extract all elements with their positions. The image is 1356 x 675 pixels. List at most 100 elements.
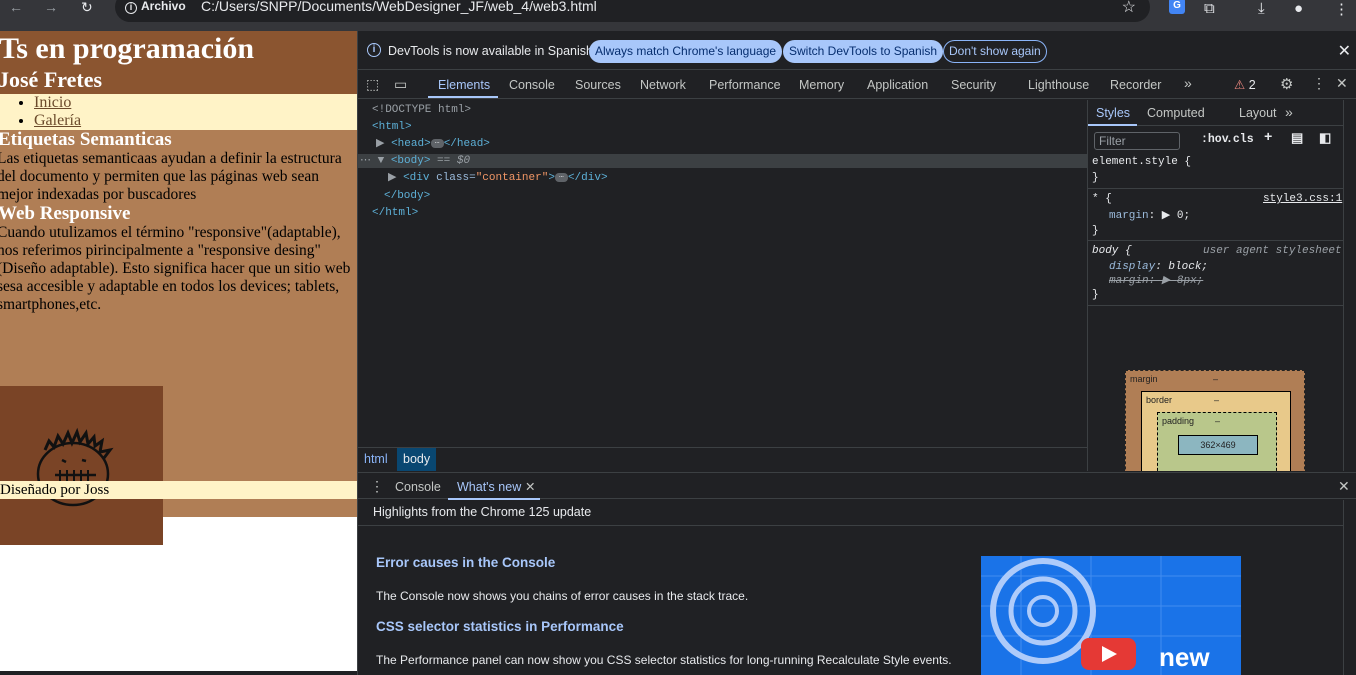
dont-show-again-button[interactable]: Don't show again bbox=[943, 40, 1047, 63]
info-icon: i bbox=[367, 43, 381, 57]
info-icon: i bbox=[125, 2, 137, 14]
nav-item: Inicio bbox=[34, 94, 357, 112]
close-tab-icon[interactable]: ✕ bbox=[525, 479, 535, 494]
settings-gear-icon[interactable]: ⚙ bbox=[1280, 75, 1293, 93]
more-tabs-icon[interactable]: » bbox=[1285, 104, 1293, 120]
source-link[interactable]: style3.css:1 bbox=[1263, 193, 1342, 206]
nav-item: Galería bbox=[34, 112, 357, 130]
css-declaration[interactable]: display: block; bbox=[1109, 261, 1208, 274]
inspect-element-icon[interactable]: ⬚ bbox=[366, 76, 379, 93]
styles-scrollbar[interactable] bbox=[1343, 100, 1356, 471]
box-model-margin[interactable]: margin – border – padding – 362×469 bbox=[1125, 370, 1305, 471]
drawer-tab-console[interactable]: Console bbox=[395, 480, 441, 494]
body-rule-selector[interactable]: body { bbox=[1092, 245, 1132, 258]
feature-description: The Performance panel can now show you C… bbox=[376, 653, 952, 667]
download-icon[interactable]: ⤓ bbox=[1258, 0, 1265, 17]
universal-rule-selector[interactable]: * { bbox=[1092, 193, 1112, 206]
tab-application[interactable]: Application bbox=[867, 78, 928, 92]
warnings-badge[interactable]: ⚠ 2 bbox=[1234, 77, 1256, 92]
menu-kebab-icon[interactable]: ⋮ bbox=[1334, 0, 1349, 18]
tab-styles[interactable]: Styles bbox=[1096, 106, 1130, 120]
box-model-padding[interactable]: padding – 362×469 bbox=[1157, 412, 1277, 471]
nav-link-galeria[interactable]: Galería bbox=[34, 112, 81, 129]
nav-link-inicio[interactable]: Inicio bbox=[34, 94, 71, 111]
rule-close-brace: } bbox=[1092, 289, 1099, 301]
new-rule-icon[interactable]: + bbox=[1264, 130, 1272, 146]
forward-icon[interactable]: → bbox=[44, 0, 58, 14]
url-text[interactable]: C:/Users/SNPP/Documents/WebDesigner_JF/w… bbox=[201, 0, 597, 14]
drawer-scrollbar[interactable] bbox=[1343, 500, 1356, 675]
dom-html-close[interactable]: </html> bbox=[372, 206, 418, 220]
node-actions-icon[interactable]: ⋯ bbox=[360, 155, 371, 167]
dom-html-open[interactable]: <html> bbox=[372, 120, 412, 134]
infobar-message: DevTools is now available in Spanish! bbox=[388, 44, 597, 58]
expand-triangle-icon[interactable]: ▶ bbox=[376, 138, 384, 150]
profile-icon[interactable]: ● bbox=[1294, 0, 1303, 17]
switch-to-spanish-button[interactable]: Switch DevTools to Spanish bbox=[783, 40, 944, 63]
css-declaration-overridden[interactable]: margin: ▶ 8px; bbox=[1109, 275, 1203, 288]
styles-filter-input[interactable]: Filter bbox=[1094, 132, 1180, 150]
toggle-sidebar-icon[interactable]: ◧ bbox=[1319, 131, 1331, 146]
tab-network[interactable]: Network bbox=[640, 78, 686, 92]
drawer-menu-icon[interactable]: ⋮ bbox=[370, 478, 384, 495]
class-toggle[interactable]: .cls bbox=[1226, 133, 1254, 146]
close-icon[interactable]: ✕ bbox=[1338, 41, 1351, 61]
whats-new-video-thumbnail[interactable]: new bbox=[981, 556, 1241, 675]
star-icon[interactable]: ☆ bbox=[1122, 0, 1136, 17]
extensions-icon[interactable]: ⧉ bbox=[1204, 0, 1215, 17]
ellipsis-icon[interactable]: … bbox=[554, 171, 568, 182]
feature-link[interactable]: CSS selector statistics in Performance bbox=[376, 619, 624, 634]
element-style-rule[interactable]: element.style { bbox=[1092, 156, 1191, 169]
dom-body-close[interactable]: </body> bbox=[384, 189, 430, 203]
dom-doctype[interactable]: <!DOCTYPE html> bbox=[372, 103, 471, 117]
paint-brush-icon[interactable]: ▤ bbox=[1291, 131, 1303, 146]
rule-divider bbox=[1088, 305, 1356, 306]
back-icon[interactable]: ← bbox=[9, 0, 23, 14]
box-model-content[interactable]: 362×469 bbox=[1178, 435, 1258, 455]
rule-divider bbox=[1088, 240, 1356, 241]
address-bar[interactable]: i Archivo C:/Users/SNPP/Documents/WebDesi… bbox=[115, 0, 1150, 22]
section-heading: Etiquetas Semanticas bbox=[0, 129, 172, 150]
tab-elements[interactable]: Elements bbox=[438, 78, 490, 92]
always-match-language-button[interactable]: Always match Chrome's language bbox=[589, 40, 783, 63]
css-declaration[interactable]: margin: ▶ 0; bbox=[1109, 210, 1190, 223]
tab-lighthouse[interactable]: Lighthouse bbox=[1028, 78, 1089, 92]
devtools-panel: i DevTools is now available in Spanish! … bbox=[357, 31, 1356, 675]
page-nav: Inicio Galería bbox=[0, 94, 357, 130]
collapse-triangle-icon[interactable]: ▼ bbox=[378, 155, 385, 167]
site-info-chip[interactable]: i Archivo bbox=[125, 0, 186, 14]
dom-body-node[interactable]: ⋯ ▼ <body> == $0 bbox=[358, 154, 1087, 168]
drawer-tab-whats-new[interactable]: What's new bbox=[457, 480, 521, 494]
more-tabs-icon[interactable]: » bbox=[1184, 75, 1192, 91]
tab-sources[interactable]: Sources bbox=[575, 78, 621, 92]
language-infobar: i DevTools is now available in Spanish! … bbox=[358, 31, 1356, 70]
breadcrumb-html[interactable]: html bbox=[358, 448, 394, 471]
expand-triangle-icon[interactable]: ▶ bbox=[388, 172, 396, 184]
tab-memory[interactable]: Memory bbox=[799, 78, 844, 92]
ellipsis-icon[interactable]: … bbox=[430, 137, 444, 148]
dom-div-node[interactable]: ▶ <div class="container">… </div> bbox=[388, 171, 608, 185]
tab-layout[interactable]: Layout bbox=[1239, 106, 1277, 120]
rule-divider bbox=[1088, 188, 1356, 189]
page-main: Etiquetas Semanticas Las etiquetas seman… bbox=[0, 129, 357, 545]
feature-link[interactable]: Error causes in the Console bbox=[376, 555, 555, 570]
device-toolbar-icon[interactable]: ▭ bbox=[394, 76, 407, 93]
more-options-icon[interactable]: ⋮ bbox=[1312, 75, 1326, 92]
tab-performance[interactable]: Performance bbox=[709, 78, 781, 92]
tab-computed[interactable]: Computed bbox=[1147, 106, 1205, 120]
reload-icon[interactable]: ↻ bbox=[81, 0, 93, 14]
box-model-border[interactable]: border – padding – 362×469 bbox=[1141, 391, 1291, 471]
section-text: Las etiquetas semanticaas ayudan a defin… bbox=[0, 150, 342, 203]
video-label: new bbox=[1159, 642, 1210, 672]
section-text: Cuando utulizamos el término "responsive… bbox=[0, 224, 351, 313]
translate-extension-icon[interactable]: G bbox=[1169, 0, 1185, 14]
hover-state-toggle[interactable]: :hov bbox=[1201, 133, 1229, 146]
breadcrumb-body[interactable]: body bbox=[397, 448, 437, 471]
tab-recorder[interactable]: Recorder bbox=[1110, 78, 1161, 92]
close-drawer-icon[interactable]: ✕ bbox=[1338, 478, 1350, 495]
active-tab-indicator bbox=[1088, 124, 1137, 126]
tab-security[interactable]: Security bbox=[951, 78, 996, 92]
tab-console[interactable]: Console bbox=[509, 78, 555, 92]
close-devtools-icon[interactable]: ✕ bbox=[1336, 75, 1348, 92]
dom-head-node[interactable]: ▶ <head>… </head> bbox=[376, 137, 490, 151]
